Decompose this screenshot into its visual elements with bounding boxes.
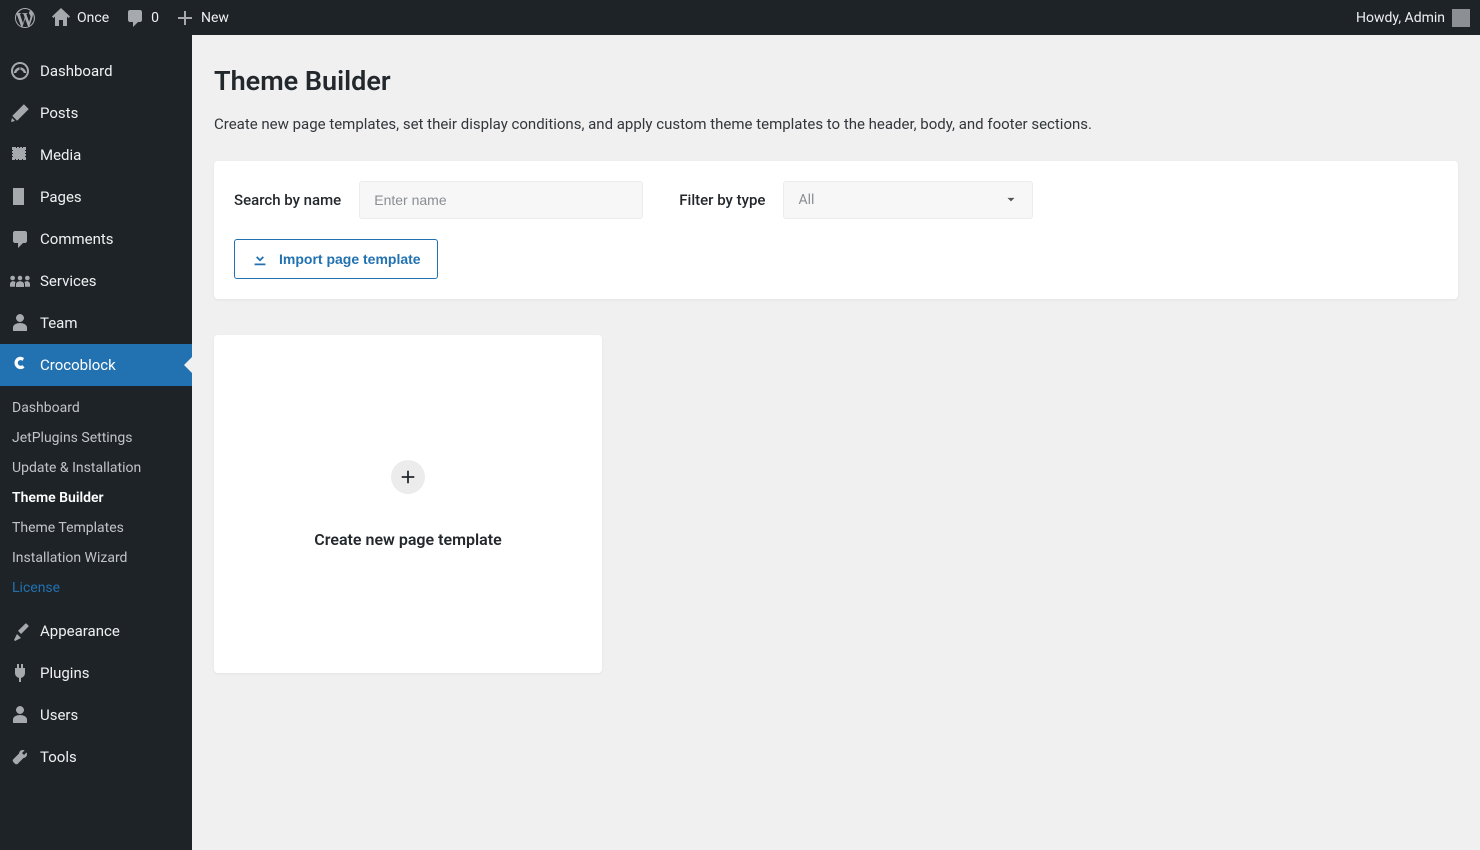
services-icon xyxy=(10,271,30,291)
templates-grid: Create new page template xyxy=(214,335,1458,673)
menu-appearance[interactable]: Appearance xyxy=(0,610,192,652)
crocoblock-icon xyxy=(10,355,30,375)
menu-tools[interactable]: Tools xyxy=(0,736,192,778)
comment-icon xyxy=(125,8,145,28)
page-title: Theme Builder xyxy=(214,65,1458,97)
menu-label: Plugins xyxy=(40,664,89,682)
comments-icon xyxy=(10,229,30,249)
menu-label: Dashboard xyxy=(40,62,113,80)
menu-services[interactable]: Services xyxy=(0,260,192,302)
home-icon xyxy=(51,8,71,28)
tools-icon xyxy=(10,747,30,767)
users-icon xyxy=(10,705,30,725)
howdy-text: Howdy, Admin xyxy=(1356,10,1445,26)
dashboard-icon xyxy=(10,61,30,81)
menu-users[interactable]: Users xyxy=(0,694,192,736)
import-button[interactable]: Import page template xyxy=(234,239,438,279)
appearance-icon xyxy=(10,621,30,641)
download-icon xyxy=(251,250,269,268)
menu-plugins[interactable]: Plugins xyxy=(0,652,192,694)
filter-type-select[interactable]: All xyxy=(783,181,1033,219)
menu-label: Users xyxy=(40,706,78,724)
menu-comments[interactable]: Comments xyxy=(0,218,192,260)
account-link[interactable]: Howdy, Admin xyxy=(1356,9,1470,27)
menu-label: Media xyxy=(40,146,81,164)
new-link[interactable]: New xyxy=(167,0,237,35)
menu-crocoblock[interactable]: Crocoblock xyxy=(0,344,192,386)
wordpress-icon xyxy=(15,8,35,28)
team-icon xyxy=(10,313,30,333)
create-template-card[interactable]: Create new page template xyxy=(214,335,602,673)
avatar xyxy=(1452,9,1470,27)
menu-label: Tools xyxy=(40,748,77,766)
menu-team[interactable]: Team xyxy=(0,302,192,344)
site-name: Once xyxy=(77,10,109,26)
plus-icon xyxy=(175,8,195,28)
submenu: Dashboard JetPlugins Settings Update & I… xyxy=(0,386,192,610)
submenu-theme-builder[interactable]: Theme Builder xyxy=(0,483,192,513)
admin-sidebar: Dashboard Posts Media Pages Comments Ser… xyxy=(0,35,192,850)
submenu-jetplugins[interactable]: JetPlugins Settings xyxy=(0,423,192,453)
filter-panel: Search by name Filter by type All Import… xyxy=(214,161,1458,299)
submenu-update[interactable]: Update & Installation xyxy=(0,453,192,483)
submenu-theme-templates[interactable]: Theme Templates xyxy=(0,513,192,543)
pages-icon xyxy=(10,187,30,207)
plugins-icon xyxy=(10,663,30,683)
media-icon xyxy=(10,145,30,165)
wp-logo[interactable] xyxy=(7,0,43,35)
submenu-installation-wizard[interactable]: Installation Wizard xyxy=(0,543,192,573)
menu-label: Appearance xyxy=(40,622,120,640)
plus-icon xyxy=(391,460,425,494)
comments-link[interactable]: 0 xyxy=(117,0,167,35)
menu-pages[interactable]: Pages xyxy=(0,176,192,218)
content-area: Theme Builder Create new page templates,… xyxy=(192,35,1480,850)
submenu-dashboard[interactable]: Dashboard xyxy=(0,393,192,423)
menu-label: Team xyxy=(40,314,78,332)
posts-icon xyxy=(10,103,30,123)
create-template-label: Create new page template xyxy=(314,530,501,549)
filter-type-value: All xyxy=(798,192,814,208)
menu-posts[interactable]: Posts xyxy=(0,92,192,134)
new-label: New xyxy=(201,10,229,26)
search-label: Search by name xyxy=(234,191,341,209)
menu-label: Crocoblock xyxy=(40,356,116,374)
menu-label: Pages xyxy=(40,188,82,206)
menu-dashboard[interactable]: Dashboard xyxy=(0,50,192,92)
submenu-license[interactable]: License xyxy=(0,573,192,603)
menu-media[interactable]: Media xyxy=(0,134,192,176)
search-input[interactable] xyxy=(359,181,643,219)
menu-label: Services xyxy=(40,272,97,290)
comments-count: 0 xyxy=(151,10,159,26)
menu-label: Posts xyxy=(40,104,78,122)
page-description: Create new page templates, set their dis… xyxy=(214,115,1458,133)
site-link[interactable]: Once xyxy=(43,0,117,35)
menu-label: Comments xyxy=(40,230,114,248)
filter-type-label: Filter by type xyxy=(679,191,765,209)
chevron-down-icon xyxy=(1004,193,1018,207)
adminbar: Once 0 New Howdy, Admin xyxy=(0,0,1480,35)
import-label: Import page template xyxy=(279,251,421,267)
